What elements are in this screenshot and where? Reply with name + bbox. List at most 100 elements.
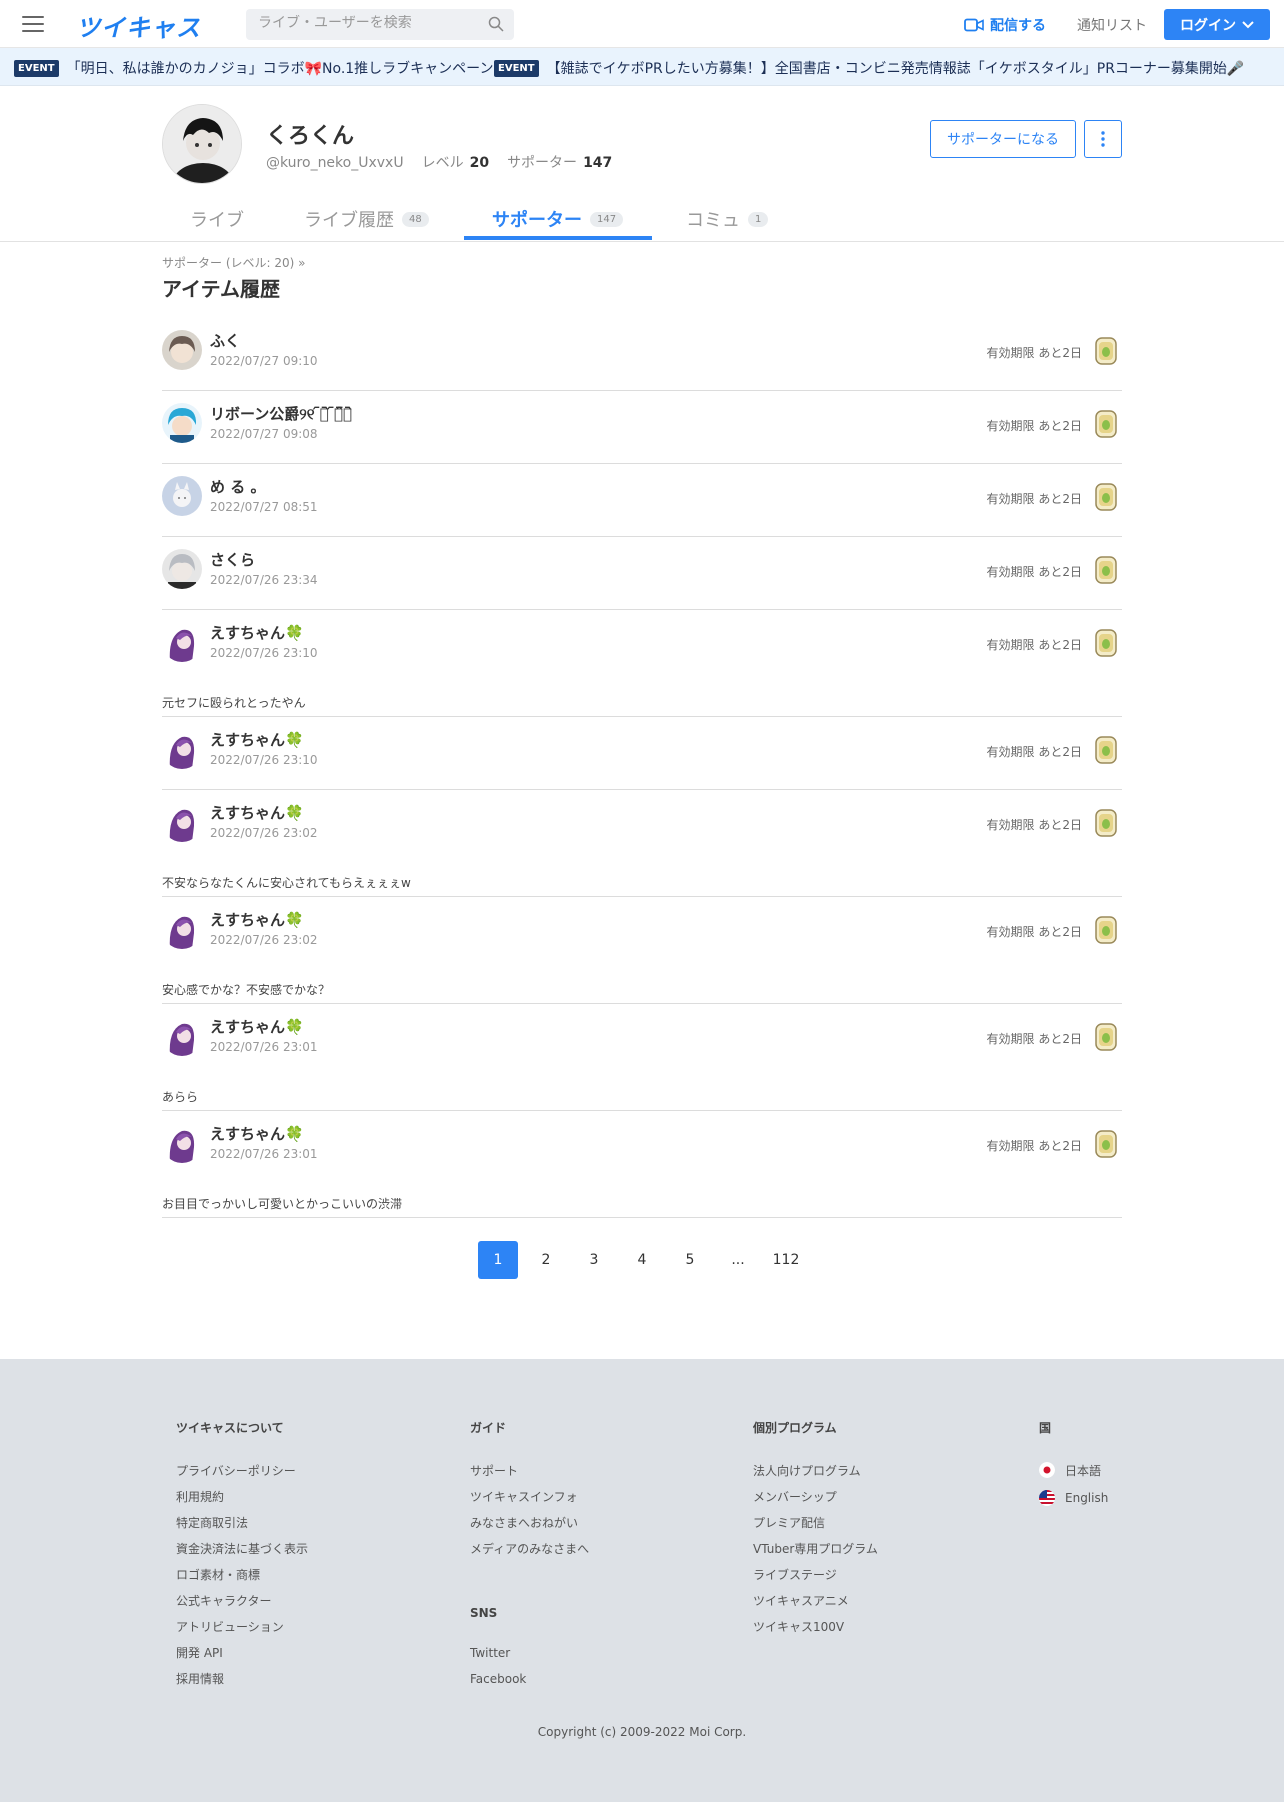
footer-link[interactable]: ツイキャスアニメ bbox=[753, 1592, 878, 1608]
footer-link[interactable]: メンバーシップ bbox=[753, 1488, 878, 1504]
item-comment: お目目でっかいし可愛いとかっこいいの渋滞 bbox=[162, 1197, 403, 1211]
footer-link[interactable]: ロゴ素材・商標 bbox=[176, 1566, 308, 1582]
language-english[interactable]: English bbox=[1039, 1490, 1108, 1506]
item-date: 2022/07/26 23:01 bbox=[210, 1147, 318, 1161]
event-item[interactable]: EVENT 「明日、私は誰かのカノジョ」コラボ🎀No.1推しラブキャンペーン🎀 bbox=[14, 58, 511, 78]
footer-link[interactable]: プレミア配信 bbox=[753, 1514, 878, 1530]
tab-live-history[interactable]: ライブ履歴 48 bbox=[304, 206, 429, 232]
footer-link[interactable]: ツイキャス100V bbox=[753, 1618, 878, 1634]
supporter-avatar[interactable] bbox=[162, 1123, 202, 1163]
site-logo[interactable]: ツイキャス bbox=[76, 8, 201, 43]
menu-icon[interactable] bbox=[22, 16, 44, 32]
event-badge: EVENT bbox=[494, 59, 539, 77]
tab-label: コミュ bbox=[686, 210, 740, 231]
footer-link[interactable]: 利用規約 bbox=[176, 1488, 308, 1504]
footer-link[interactable]: プライバシーポリシー bbox=[176, 1462, 308, 1478]
supporter-avatar[interactable] bbox=[162, 1016, 202, 1056]
supporter-avatar[interactable] bbox=[162, 403, 202, 443]
supporter-name[interactable]: えすちゃん🍀 bbox=[210, 1016, 304, 1037]
page-link[interactable]: 2 bbox=[526, 1241, 566, 1279]
supporter-avatar[interactable] bbox=[162, 330, 202, 370]
footer-column-title: 国 bbox=[1039, 1421, 1052, 1435]
login-label: ログイン bbox=[1180, 17, 1236, 34]
language-japanese[interactable]: 日本語 bbox=[1039, 1462, 1108, 1478]
supporter-name[interactable]: ふく bbox=[210, 330, 240, 351]
footer-link[interactable]: ツイキャスインフォ bbox=[470, 1488, 589, 1504]
event-item[interactable]: EVENT 【雑誌でイケボPRしたい方募集！】全国書店・コンビニ発売情報誌「イケ… bbox=[494, 58, 1244, 78]
list-item: リボーン公爵୨୧ ᷇࿀᷆ ᷇࿀᷆᷇࿀᷆ 2022/07/27 09:08 有効期限 … bbox=[162, 391, 1122, 464]
supporter-name[interactable]: えすちゃん🍀 bbox=[210, 802, 304, 823]
page-link[interactable]: 3 bbox=[574, 1241, 614, 1279]
tea-gift-icon bbox=[1095, 337, 1117, 365]
profile-handle: @kuro_neko_UxvxU bbox=[266, 155, 404, 171]
page-link[interactable]: 4 bbox=[622, 1241, 662, 1279]
expiry-text: 有効期限 あと2日 bbox=[986, 346, 1082, 360]
tea-gift-icon bbox=[1095, 410, 1117, 438]
supporter-avatar[interactable] bbox=[162, 909, 202, 949]
item-date: 2022/07/27 09:10 bbox=[210, 354, 318, 368]
search-box[interactable] bbox=[246, 9, 514, 40]
supporter-name[interactable]: えすちゃん🍀 bbox=[210, 1123, 304, 1144]
us-flag-icon bbox=[1039, 1490, 1055, 1506]
item-comment: 元セフに殴られとったやん bbox=[162, 696, 306, 710]
become-supporter-button[interactable]: サポーターになる bbox=[930, 120, 1076, 158]
profile-avatar[interactable] bbox=[162, 104, 242, 184]
broadcast-button[interactable]: 配信する bbox=[964, 15, 1046, 35]
footer-link[interactable]: みなさまへおねがい bbox=[470, 1514, 589, 1530]
japan-flag-icon bbox=[1039, 1462, 1055, 1478]
tea-gift-icon bbox=[1095, 483, 1117, 511]
supporter-avatar[interactable] bbox=[162, 622, 202, 662]
footer-link[interactable]: 特定商取引法 bbox=[176, 1514, 308, 1530]
footer-link[interactable]: 公式キャラクター bbox=[176, 1592, 308, 1608]
search-input[interactable] bbox=[258, 15, 478, 31]
language-label: English bbox=[1065, 1491, 1109, 1505]
supporter-avatar[interactable] bbox=[162, 729, 202, 769]
supporter-avatar[interactable] bbox=[162, 476, 202, 516]
supporter-name[interactable]: えすちゃん🍀 bbox=[210, 729, 304, 750]
footer-country-column: 国 日本語 English bbox=[1039, 1419, 1108, 1518]
login-button[interactable]: ログイン bbox=[1164, 9, 1270, 40]
profile-tabs: ライブ ライブ履歴 48 サポーター 147 コミュ 1 bbox=[0, 196, 1284, 242]
footer-guide-column: ガイド サポート ツイキャスインフォ みなさまへおねがい メディアのみなさまへ SNS… bbox=[470, 1419, 589, 1698]
supporter-avatar[interactable] bbox=[162, 549, 202, 589]
supporter-name[interactable]: リボーン公爵୨୧ ᷇࿀᷆ ᷇࿀᷆᷇࿀᷆ bbox=[210, 403, 352, 424]
more-options-button[interactable] bbox=[1084, 120, 1122, 158]
footer-link[interactable]: メディアのみなさまへ bbox=[470, 1540, 589, 1556]
broadcast-label: 配信する bbox=[990, 18, 1046, 34]
footer-link[interactable]: Facebook bbox=[470, 1672, 589, 1686]
list-item: えすちゃん🍀 2022/07/26 23:02 有効期限 あと2日 不安ならなたくんに… bbox=[162, 790, 1122, 897]
item-date: 2022/07/26 23:34 bbox=[210, 573, 318, 587]
footer-link[interactable]: VTuber専用プログラム bbox=[753, 1540, 878, 1556]
breadcrumb[interactable]: サポーター (レベル: 20) » bbox=[162, 254, 305, 271]
footer-link[interactable]: ライブステージ bbox=[753, 1566, 878, 1582]
tab-supporters[interactable]: サポーター 147 bbox=[492, 206, 624, 232]
supporter-name[interactable]: さくら bbox=[210, 549, 255, 570]
footer-link[interactable]: Twitter bbox=[470, 1646, 589, 1660]
footer-link[interactable]: 採用情報 bbox=[176, 1670, 308, 1686]
item-date: 2022/07/27 08:51 bbox=[210, 500, 318, 514]
footer-link[interactable]: 法人向けプログラム bbox=[753, 1462, 878, 1478]
supporter-name[interactable]: えすちゃん🍀 bbox=[210, 909, 304, 930]
list-item: えすちゃん🍀 2022/07/26 23:10 有効期限 あと2日 元セフに殴られとっ… bbox=[162, 610, 1122, 717]
tab-label: ライブ bbox=[190, 210, 244, 231]
notification-list-link[interactable]: 通知リスト bbox=[1077, 15, 1147, 35]
expiry-text: 有効期限 あと2日 bbox=[986, 745, 1082, 759]
footer-link[interactable]: 資金決済法に基づく表示 bbox=[176, 1540, 308, 1556]
tab-community[interactable]: コミュ 1 bbox=[686, 206, 769, 232]
page-link[interactable]: 112 bbox=[766, 1241, 806, 1279]
supporter-avatar[interactable] bbox=[162, 802, 202, 842]
footer-link[interactable]: サポート bbox=[470, 1462, 589, 1478]
page-link[interactable]: 1 bbox=[478, 1241, 518, 1279]
video-camera-icon bbox=[964, 18, 984, 32]
footer-link[interactable]: 開発 API bbox=[176, 1644, 308, 1660]
level-value: 20 bbox=[469, 155, 490, 171]
supporter-name[interactable]: えすちゃん🍀 bbox=[210, 622, 304, 643]
tab-live[interactable]: ライブ bbox=[190, 206, 244, 232]
page-link[interactable]: 5 bbox=[670, 1241, 710, 1279]
tab-count: 147 bbox=[590, 211, 624, 227]
footer-link[interactable]: アトリビューション bbox=[176, 1618, 308, 1634]
item-date: 2022/07/26 23:10 bbox=[210, 753, 318, 767]
copyright: Copyright (c) 2009-2022 Moi Corp. bbox=[537, 1725, 747, 1739]
supporter-name[interactable]: め る 。 bbox=[210, 476, 265, 497]
search-icon[interactable] bbox=[488, 16, 504, 32]
